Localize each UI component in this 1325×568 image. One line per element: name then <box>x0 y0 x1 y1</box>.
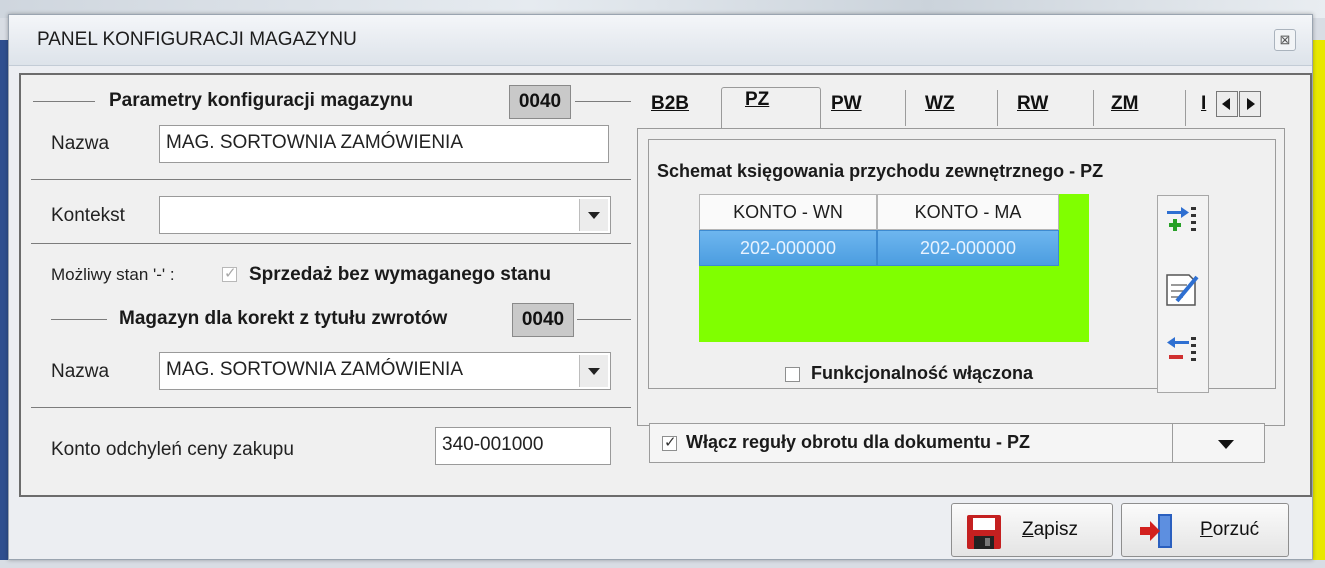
functionality-checkbox[interactable] <box>785 367 800 382</box>
cancel-button[interactable]: Porzuć <box>1121 503 1289 557</box>
save-button[interactable]: Zapisz <box>951 503 1113 557</box>
tab-separator <box>1093 90 1094 126</box>
negative-stock-checkbox[interactable] <box>222 264 237 282</box>
rules-bar: Włącz reguły obrotu dla dokumentu - PZ <box>649 423 1265 463</box>
chevron-down-icon[interactable] <box>579 199 608 231</box>
exit-door-icon <box>1140 514 1172 548</box>
grid-cell-wn[interactable]: 202-000000 <box>699 230 877 266</box>
context-label: Kontekst <box>51 205 125 226</box>
remove-row-icon[interactable] <box>1161 333 1205 377</box>
tab-scroll-right-icon[interactable] <box>1239 91 1261 117</box>
group-line-left <box>51 319 107 320</box>
tab-pw[interactable]: PW <box>831 93 862 131</box>
variance-account-field[interactable]: 340-001000 <box>435 427 611 465</box>
tab-zm[interactable]: ZM <box>1111 93 1138 131</box>
close-button[interactable]: ⊠ <box>1274 29 1296 51</box>
rules-label: Włącz reguły obrotu dla dokumentu - PZ <box>686 432 1031 452</box>
divider <box>31 179 631 180</box>
tab-active-frame <box>721 87 821 132</box>
returns-group-title: Magazyn dla korekt z tytułu zwrotów <box>119 308 448 329</box>
tab-wz[interactable]: WZ <box>925 93 955 131</box>
negative-stock-label: Możliwy stan '-' : <box>51 265 175 284</box>
rules-checkbox[interactable] <box>662 433 677 451</box>
chevron-down-icon[interactable] <box>1218 440 1234 449</box>
sale-without-stock-label: Sprzedaż bez wymaganego stanu <box>249 264 551 285</box>
returns-code: 0040 <box>512 303 574 337</box>
tab-separator <box>905 90 906 126</box>
tab-next-partial[interactable]: I <box>1201 93 1206 131</box>
divider <box>31 407 631 408</box>
divider <box>31 243 631 244</box>
title-bar: PANEL KONFIGURACJI MAGAZYNU ⊠ <box>9 15 1312 66</box>
tab-separator <box>997 90 998 126</box>
tab-scroll-left-icon[interactable] <box>1216 91 1238 117</box>
variance-label: Konto odchyleń ceny zakupu <box>51 439 294 460</box>
tab-pz[interactable]: PZ <box>745 89 769 127</box>
name-field[interactable]: MAG. SORTOWNIA ZAMÓWIENIA <box>159 125 609 163</box>
save-label: Zapisz <box>1022 519 1078 540</box>
add-row-icon[interactable] <box>1161 203 1205 247</box>
background-right <box>1311 40 1325 560</box>
functionality-label: Funkcjonalność włączona <box>811 363 1034 383</box>
rules-separator <box>1172 424 1173 462</box>
config-dialog: PANEL KONFIGURACJI MAGAZYNU ⊠ Parametry … <box>8 14 1313 560</box>
returns-name-label: Nazwa <box>51 361 110 382</box>
tab-rw[interactable]: RW <box>1017 93 1048 131</box>
group-line-left <box>33 101 95 102</box>
context-combo[interactable] <box>159 196 611 234</box>
grid-header-wn[interactable]: KONTO - WN <box>699 194 877 230</box>
cancel-label: Porzuć <box>1200 519 1260 540</box>
params-group-title: Parametry konfiguracji magazynu <box>109 90 414 111</box>
edit-icon[interactable] <box>1161 267 1205 311</box>
group-line-right <box>575 101 631 102</box>
floppy-disk-icon <box>967 515 1001 549</box>
returns-name-combo[interactable]: MAG. SORTOWNIA ZAMÓWIENIA <box>159 352 611 390</box>
schema-title: Schemat księgowania przychodu zewnętrzne… <box>657 161 1104 181</box>
returns-name-value: MAG. SORTOWNIA ZAMÓWIENIA <box>166 359 463 380</box>
tab-b2b[interactable]: B2B <box>651 93 689 131</box>
window-title: PANEL KONFIGURACJI MAGAZYNU <box>37 29 357 50</box>
chevron-down-icon[interactable] <box>579 355 608 387</box>
warehouse-code: 0040 <box>509 85 571 119</box>
grid-cell-ma[interactable]: 202-000000 <box>877 230 1059 266</box>
group-line-right <box>577 319 631 320</box>
background-left <box>0 40 8 560</box>
name-label: Nazwa <box>51 133 110 154</box>
grid-header-ma[interactable]: KONTO - MA <box>877 194 1059 230</box>
tab-separator <box>1185 90 1186 126</box>
